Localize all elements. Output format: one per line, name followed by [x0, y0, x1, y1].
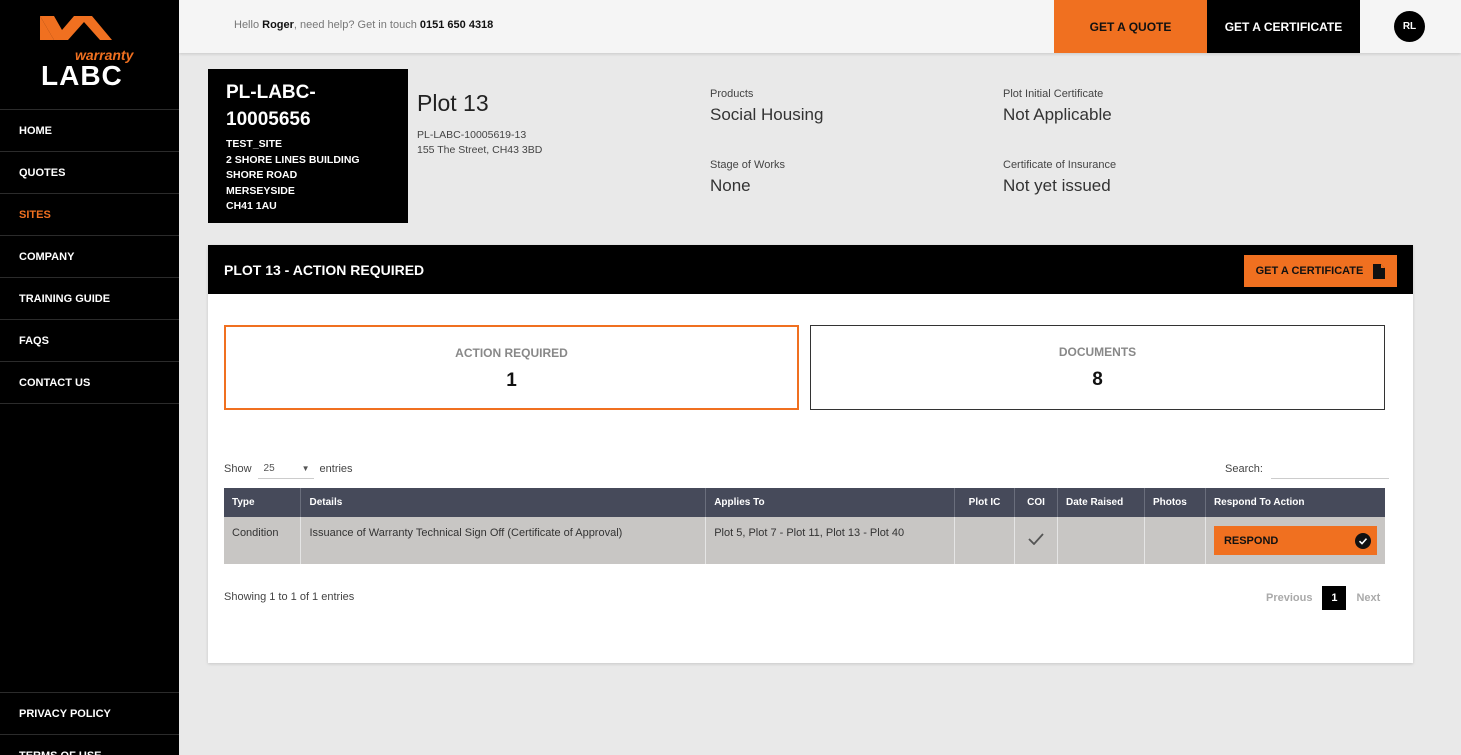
- table-search: Search:: [1225, 459, 1389, 479]
- certificate-of-insurance-info: Certificate of Insurance Not yet issued: [1003, 159, 1116, 196]
- cell-applies-to: Plot 5, Plot 7 - Plot 11, Plot 13 - Plot…: [705, 517, 956, 564]
- products-info: Products Social Housing: [710, 88, 823, 125]
- labc-warranty-logo[interactable]: warranty LABC: [38, 16, 138, 91]
- documents-tile[interactable]: DOCUMENTS 8: [810, 325, 1385, 410]
- cell-respond: RESPOND: [1205, 517, 1385, 564]
- cell-type: Condition: [224, 517, 302, 564]
- stage-of-works-info: Stage of Works None: [710, 159, 785, 196]
- get-a-quote-button[interactable]: GET A QUOTE: [1054, 0, 1207, 53]
- action-required-count: 1: [506, 370, 517, 391]
- sidebar-item-company[interactable]: COMPANY: [0, 236, 179, 278]
- user-avatar[interactable]: RL: [1394, 11, 1425, 42]
- entries-label: entries: [319, 463, 353, 475]
- document-icon: [1373, 263, 1386, 279]
- show-entries-control: Show 25 ▼ entries: [224, 459, 353, 479]
- panel-header: PLOT 13 - ACTION REQUIRED GET A CERTIFIC…: [208, 245, 1413, 294]
- sidebar-footer-nav: PRIVACY POLICY TERMS OF USE: [0, 692, 179, 755]
- action-required-tile[interactable]: ACTION REQUIRED 1: [224, 325, 799, 410]
- sidebar-item-terms-of-use[interactable]: TERMS OF USE: [0, 735, 179, 755]
- site-reference: PL-LABC- 10005656: [226, 79, 390, 133]
- check-circle-icon: [1354, 532, 1371, 549]
- checkmark-icon: [1028, 533, 1044, 546]
- plot-address: 155 The Street, CH43 3BD: [417, 144, 543, 156]
- pagination-previous[interactable]: Previous: [1266, 592, 1312, 604]
- site-address: TEST_SITE 2 SHORE LINES BUILDING SHORE R…: [226, 137, 390, 215]
- get-a-certificate-panel-button[interactable]: GET A CERTIFICATE: [1244, 255, 1397, 287]
- site-address-line: CH41 1AU: [226, 200, 277, 212]
- search-label: Search:: [1225, 463, 1263, 475]
- cell-details: Issuance of Warranty Technical Sign Off …: [300, 517, 707, 564]
- pagination-next[interactable]: Next: [1356, 592, 1380, 604]
- column-header-applies-to[interactable]: Applies To: [705, 488, 956, 517]
- sidebar-item-training-guide[interactable]: TRAINING GUIDE: [0, 278, 179, 320]
- plot-initial-certificate-info: Plot Initial Certificate Not Applicable: [1003, 88, 1112, 125]
- panel-title: PLOT 13 - ACTION REQUIRED: [224, 262, 425, 278]
- column-header-type[interactable]: Type: [224, 488, 302, 517]
- site-address-line: 2 SHORE LINES BUILDING: [226, 153, 360, 166]
- sidebar-item-contact-us[interactable]: CONTACT US: [0, 362, 179, 404]
- user-name: Roger: [262, 19, 294, 31]
- site-address-line: MERSEYSIDE: [226, 184, 295, 197]
- pagination-page-1[interactable]: 1: [1322, 586, 1347, 610]
- plot-initial-certificate-label: Plot Initial Certificate: [1003, 88, 1104, 100]
- greeting-middle: , need help? Get in touch: [293, 19, 420, 31]
- search-input[interactable]: [1270, 459, 1389, 479]
- documents-label: DOCUMENTS: [1058, 345, 1137, 359]
- cell-coi: [1014, 517, 1058, 564]
- top-bar: Hello Roger, need help? Get in touch 015…: [179, 0, 1461, 53]
- caret-down-icon: ▼: [301, 464, 310, 473]
- sidebar-item-home[interactable]: HOME: [0, 110, 179, 152]
- cell-plot-ic: [954, 517, 1015, 564]
- products-label: Products: [710, 88, 754, 100]
- help-phone-number[interactable]: 0151 650 4318: [420, 19, 493, 31]
- help-greeting: Hello Roger, need help? Get in touch 015…: [234, 19, 493, 31]
- column-header-date-raised[interactable]: Date Raised: [1057, 488, 1145, 517]
- site-address-line: TEST_SITE: [226, 138, 283, 150]
- cell-photos: [1144, 517, 1206, 564]
- certificate-of-insurance-value: Not yet issued: [1003, 176, 1111, 195]
- sidebar-nav: HOME QUOTES SITES COMPANY TRAINING GUIDE…: [0, 109, 179, 404]
- column-header-coi[interactable]: COI: [1014, 488, 1058, 517]
- get-a-certificate-top-button[interactable]: GET A CERTIFICATE: [1207, 0, 1360, 53]
- page-size-select[interactable]: 25 ▼: [257, 459, 314, 479]
- sidebar: warranty LABC HOME QUOTES SITES COMPANY …: [0, 0, 179, 755]
- logo-labc-text: LABC: [41, 60, 123, 91]
- documents-count: 8: [1092, 369, 1103, 390]
- site-address-line: SHORE ROAD: [226, 169, 298, 181]
- greeting-prefix: Hello: [234, 19, 263, 31]
- table-header-row: Type Details Applies To Plot IC COI Date…: [224, 488, 1385, 517]
- column-header-plot-ic[interactable]: Plot IC: [954, 488, 1015, 517]
- cell-date-raised: [1057, 517, 1145, 564]
- respond-button[interactable]: RESPOND: [1213, 526, 1377, 555]
- stage-of-works-value: None: [710, 176, 751, 195]
- table-row: Condition Issuance of Warranty Technical…: [224, 517, 1385, 564]
- get-a-certificate-panel-label: GET A CERTIFICATE: [1255, 265, 1364, 277]
- action-required-panel: PLOT 13 - ACTION REQUIRED GET A CERTIFIC…: [208, 245, 1413, 663]
- site-card[interactable]: PL-LABC- 10005656 TEST_SITE 2 SHORE LINE…: [208, 69, 408, 223]
- plot-reference: PL-LABC-10005619-13 155 The Street, CH43…: [417, 128, 542, 158]
- action-required-label: ACTION REQUIRED: [455, 346, 568, 360]
- products-value: Social Housing: [710, 105, 824, 124]
- table-info: Showing 1 to 1 of 1 entries: [224, 591, 355, 603]
- column-header-respond-to-action[interactable]: Respond To Action: [1205, 488, 1385, 517]
- column-header-photos[interactable]: Photos: [1144, 488, 1206, 517]
- sidebar-item-faqs[interactable]: FAQS: [0, 320, 179, 362]
- page-size-value: 25: [263, 463, 275, 474]
- pagination: Previous 1 Next: [1266, 586, 1380, 610]
- plot-title: Plot 13: [417, 90, 489, 116]
- site-ref-line1: PL-LABC-: [226, 82, 316, 103]
- site-ref-line2: 10005656: [226, 109, 311, 130]
- plot-initial-certificate-value: Not Applicable: [1003, 105, 1112, 124]
- certificate-of-insurance-label: Certificate of Insurance: [1003, 159, 1117, 171]
- column-header-details[interactable]: Details: [300, 488, 707, 517]
- sidebar-item-privacy-policy[interactable]: PRIVACY POLICY: [0, 693, 179, 735]
- actions-table: Type Details Applies To Plot IC COI Date…: [224, 488, 1385, 564]
- show-label: Show: [224, 463, 252, 475]
- stage-of-works-label: Stage of Works: [710, 159, 785, 171]
- respond-label: RESPOND: [1223, 534, 1279, 547]
- sidebar-item-quotes[interactable]: QUOTES: [0, 152, 179, 194]
- plot-ref-number: PL-LABC-10005619-13: [417, 129, 527, 141]
- sidebar-item-sites[interactable]: SITES: [0, 194, 179, 236]
